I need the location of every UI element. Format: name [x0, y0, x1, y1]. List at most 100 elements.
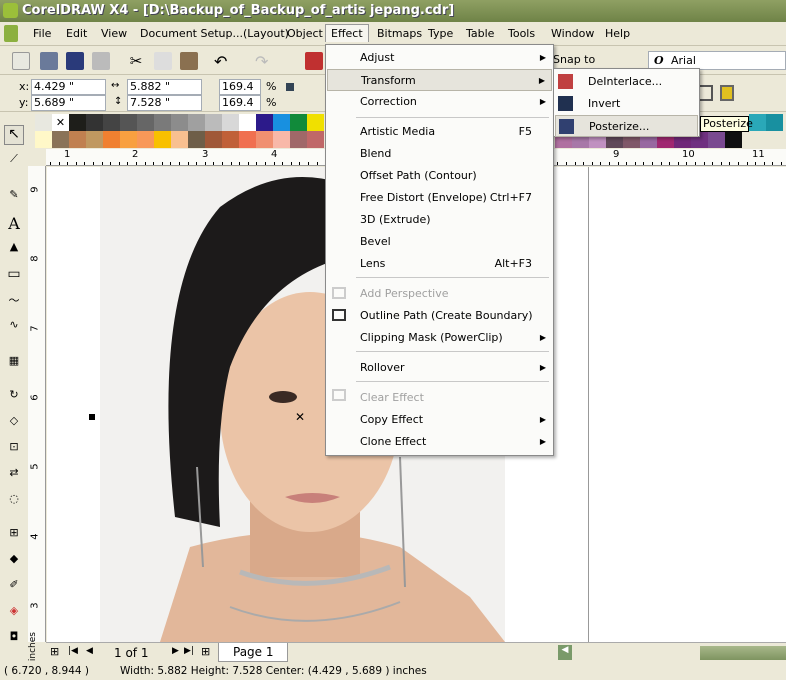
add-page-icon[interactable]: ⊞	[50, 645, 59, 658]
scroll-left-button[interactable]: ◀	[558, 645, 572, 660]
menu-edit[interactable]: Edit	[66, 27, 87, 40]
smart-fill-icon[interactable]: ▲	[4, 240, 24, 260]
color-swatch[interactable]	[171, 131, 188, 148]
y-position-field[interactable]: 5.689 "	[31, 95, 106, 111]
color-swatch[interactable]	[103, 114, 120, 131]
menu-help[interactable]: Help	[605, 27, 630, 40]
menu-item-posterize[interactable]: Posterize...	[555, 115, 698, 137]
rotate-icon[interactable]: ↻	[4, 388, 24, 408]
import-icon[interactable]	[305, 52, 323, 70]
lock-ratio-icon[interactable]	[286, 83, 294, 91]
color-swatch[interactable]	[273, 114, 290, 131]
menu-view[interactable]: View	[101, 27, 127, 40]
first-page-icon[interactable]: |◀	[68, 646, 78, 656]
color-swatch[interactable]	[205, 131, 222, 148]
menu-item-blend[interactable]: Blend	[327, 143, 552, 165]
color-swatch[interactable]	[725, 131, 742, 148]
color-swatch[interactable]	[222, 131, 239, 148]
print-icon[interactable]	[92, 52, 110, 70]
menu-item-transform[interactable]: Transform ▶	[327, 69, 552, 91]
menu-item-clone-effect[interactable]: Clone Effect ▶	[327, 431, 552, 453]
redo-icon[interactable]: ↷	[255, 52, 273, 71]
add-page-end-icon[interactable]: ⊞	[201, 645, 210, 658]
menu-item-artistic-media[interactable]: Artistic Media F5	[327, 121, 552, 143]
menu-item-correction[interactable]: Correction ▶	[327, 91, 552, 113]
color-swatch[interactable]	[188, 114, 205, 131]
shape-tool-icon[interactable]: ⟋	[4, 152, 24, 172]
color-swatch[interactable]	[307, 114, 324, 131]
menu-item-3d-extrude[interactable]: 3D (Extrude)	[327, 209, 552, 231]
pick-tool-icon[interactable]: ↖	[4, 125, 24, 145]
color-swatch[interactable]	[137, 114, 154, 131]
color-swatch[interactable]	[171, 114, 188, 131]
envelope-tool-icon[interactable]: ◌	[4, 492, 24, 512]
text-tool-icon[interactable]: A	[4, 214, 24, 234]
menu-item-bevel[interactable]: Bevel	[327, 231, 552, 253]
color-swatch[interactable]	[120, 114, 137, 131]
color-swatch[interactable]	[290, 131, 307, 148]
color-swatch[interactable]	[256, 114, 273, 131]
color-swatch[interactable]	[290, 114, 307, 131]
blend-tool-icon[interactable]: ⊞	[4, 526, 24, 546]
menu-document-setup[interactable]: Document Setup...(Layout)	[140, 27, 289, 40]
menu-item-offset-path-contour[interactable]: Offset Path (Contour)	[327, 165, 552, 187]
color-swatch[interactable]	[222, 114, 239, 131]
menu-item-clipping-mask-powerclip[interactable]: Clipping Mask (PowerClip) ▶	[327, 327, 552, 349]
menu-item-free-distort-envelope[interactable]: Free Distort (Envelope) Ctrl+F7	[327, 187, 552, 209]
freehand-tool-icon[interactable]: ✎	[4, 188, 24, 208]
color-swatch[interactable]	[154, 114, 171, 131]
transform-tool-icon[interactable]: ⇄	[4, 466, 24, 486]
last-page-icon[interactable]: ▶|	[184, 646, 194, 656]
selection-handle[interactable]	[89, 414, 95, 420]
new-icon[interactable]	[12, 52, 30, 70]
menu-file[interactable]: File	[33, 27, 51, 40]
menu-bitmaps[interactable]: Bitmaps	[377, 27, 422, 40]
vertical-ruler[interactable]: 9 8 7 6 5 4 3	[28, 166, 46, 642]
color-swatch[interactable]	[766, 114, 783, 131]
menu-item-deinterlace[interactable]: DeInterlace...	[555, 71, 698, 93]
eraser-tool-icon[interactable]: ◇	[4, 414, 24, 434]
bitmap-tool-icon[interactable]	[720, 85, 734, 101]
open-icon[interactable]	[40, 52, 58, 70]
menu-item-lens[interactable]: Lens Alt+F3	[327, 253, 552, 275]
color-swatch[interactable]	[708, 131, 725, 148]
color-swatch[interactable]	[103, 131, 120, 148]
color-swatch[interactable]	[239, 131, 256, 148]
no-fill-swatch[interactable]: ✕	[52, 114, 69, 131]
color-swatch[interactable]	[273, 131, 290, 148]
tab-page-1[interactable]: Page 1	[218, 643, 288, 662]
undo-icon[interactable]: ↶	[214, 52, 232, 71]
rectangle-tool-icon[interactable]: ▭	[4, 266, 24, 286]
menu-tools[interactable]: Tools	[508, 27, 535, 40]
color-swatch[interactable]	[120, 131, 137, 148]
palette-scroll-button[interactable]	[35, 114, 52, 131]
interactive-tool-icon[interactable]: ⊡	[4, 440, 24, 460]
color-swatch[interactable]	[307, 131, 324, 148]
color-swatch[interactable]	[86, 131, 103, 148]
scale-y-field[interactable]: 169.4	[219, 95, 261, 111]
copy-icon[interactable]	[154, 52, 172, 70]
color-swatch[interactable]	[69, 114, 86, 131]
prev-page-icon[interactable]: ◀	[86, 646, 93, 656]
menu-item-copy-effect[interactable]: Copy Effect ▶	[327, 409, 552, 431]
paste-icon[interactable]	[180, 52, 198, 70]
width-field[interactable]: 5.882 "	[127, 79, 202, 95]
menu-type[interactable]: Type	[428, 27, 453, 40]
color-swatch[interactable]	[154, 131, 171, 148]
x-position-field[interactable]: 4.429 "	[31, 79, 106, 95]
menu-table[interactable]: Table	[466, 27, 494, 40]
menu-item-adjust[interactable]: Adjust ▶	[327, 47, 552, 69]
menu-effect[interactable]: Effect	[325, 24, 369, 42]
color-swatch[interactable]	[69, 131, 86, 148]
snap-to-dropdown[interactable]: Snap to	[553, 53, 595, 66]
menu-object[interactable]: Object	[287, 27, 323, 40]
spiral-tool-icon[interactable]: 〜	[4, 292, 24, 312]
menu-window[interactable]: Window	[551, 27, 594, 40]
eyedropper-icon[interactable]: ✐	[4, 578, 24, 598]
scale-x-field[interactable]: 169.4	[219, 79, 261, 95]
cut-icon[interactable]: ✂	[127, 52, 145, 70]
color-swatch[interactable]	[256, 131, 273, 148]
table-tool-icon[interactable]: ▦	[4, 354, 24, 374]
save-icon[interactable]	[66, 52, 84, 70]
color-swatch[interactable]	[205, 114, 222, 131]
